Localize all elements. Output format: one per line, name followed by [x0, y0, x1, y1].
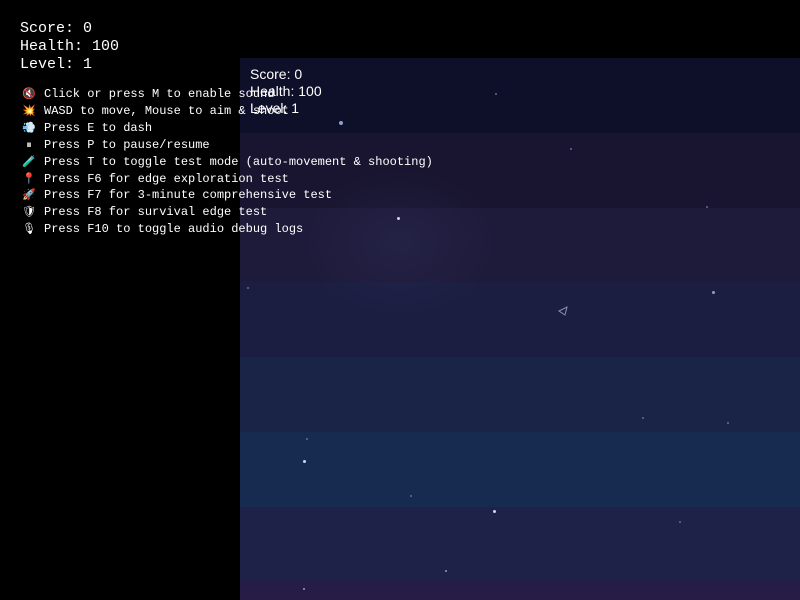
star — [410, 495, 412, 497]
instruction-item: ⏸ Press P to pause/resume — [20, 137, 433, 154]
instruction-text: Press E to dash — [44, 120, 153, 135]
instruction-text: Press P to pause/resume — [44, 137, 210, 152]
star — [493, 510, 496, 513]
star — [679, 521, 681, 523]
background-band — [240, 507, 800, 582]
instruction-text: Click or press M to enable sound — [44, 87, 275, 101]
mic-icon: 🎙 — [22, 222, 36, 236]
instruction-item: 🎙 Press F10 to toggle audio debug logs — [20, 221, 433, 238]
instruction-item: 🚀 Press F7 for 3-minute comprehensive tes… — [20, 187, 433, 204]
star — [303, 460, 306, 463]
star — [306, 438, 308, 440]
player-ship-icon — [558, 306, 568, 316]
rocket-icon: 🚀 — [22, 188, 36, 202]
star — [642, 417, 644, 419]
score-display: Score: 0 — [20, 20, 93, 37]
game-page: Score: 0 Health: 100 Level: 1 Score: 0 H… — [0, 0, 800, 600]
level-display: Level: 1 — [20, 56, 93, 73]
sparkle-icon: 💥 — [22, 103, 36, 117]
star — [247, 287, 249, 289]
instruction-item: 💥 WASD to move, Mouse to aim & shoot — [20, 103, 433, 120]
star — [303, 588, 305, 590]
instructions-list: 🔇 Click or press M to enable sound 💥 WASD … — [20, 86, 433, 238]
instruction-item: 🔇 Click or press M to enable sound — [20, 86, 433, 103]
star — [712, 291, 715, 294]
shield-icon: 🛡 — [22, 205, 36, 219]
instruction-item: 🛡 Press F8 for survival edge test — [20, 204, 433, 221]
background-band — [240, 432, 800, 507]
background-band — [240, 582, 800, 600]
instruction-item: 💨 Press E to dash — [20, 120, 433, 137]
star — [495, 93, 497, 95]
star — [445, 570, 447, 572]
star — [706, 206, 708, 208]
health-display: Health: 100 — [20, 38, 120, 55]
background-band — [240, 357, 800, 432]
instruction-item: 📍 Press F6 for edge exploration test — [20, 171, 433, 188]
canvas-score-display: Score: 0 — [250, 66, 303, 82]
test-tube-icon: 🧪 — [22, 154, 36, 168]
background-band — [240, 282, 800, 357]
instruction-text: Press F10 to toggle audio debug logs — [44, 222, 304, 237]
speaker-muted-icon: 🔇 — [22, 87, 36, 100]
instruction-text: Press F6 for edge exploration test — [44, 171, 289, 186]
instruction-item: 🧪 Press T to toggle test mode (auto-movem… — [20, 154, 433, 171]
pin-icon: 📍 — [22, 171, 36, 185]
pause-icon: ⏸ — [26, 137, 32, 151]
instruction-text: Press F8 for survival edge test — [44, 205, 268, 220]
instruction-text: Press T to toggle test mode (auto-moveme… — [44, 154, 433, 169]
instruction-text: WASD to move, Mouse to aim & shoot — [44, 103, 289, 118]
hud-panel: Score: 0 Health: 100 Level: 1 — [20, 20, 119, 74]
star — [570, 148, 572, 150]
instruction-text: Press F7 for 3-minute comprehensive test — [44, 188, 333, 203]
dash-icon: 💨 — [22, 120, 36, 134]
star — [727, 422, 729, 424]
